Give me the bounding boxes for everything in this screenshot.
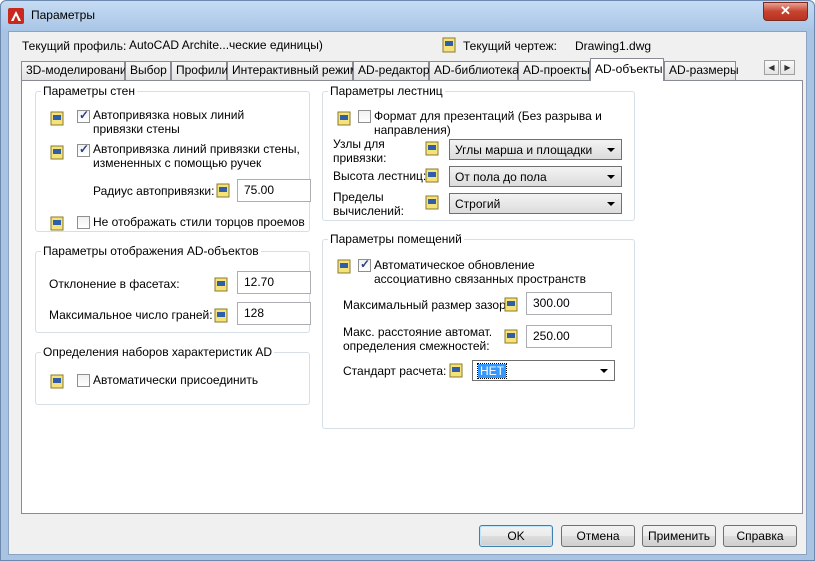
tab-strip: 3D-моделирование Выбор Профили Интеракти… — [21, 58, 766, 81]
auto-attach-label[interactable]: Автоматически присоединить — [93, 373, 258, 387]
current-profile-label: Текущий профиль: — [22, 39, 127, 53]
auto-update-spaces-checkbox[interactable] — [358, 257, 371, 272]
close-button[interactable]: ✕ — [763, 2, 808, 21]
lock-icon — [425, 168, 439, 183]
autosnap-radius-input[interactable]: 75.00 — [237, 179, 311, 202]
lock-icon — [50, 374, 64, 389]
chevron-down-icon — [607, 202, 615, 206]
lock-icon — [504, 297, 518, 312]
lock-icon — [50, 111, 64, 126]
autocad-app-icon — [8, 8, 24, 24]
facet-deviation-input[interactable]: 12.70 — [237, 271, 311, 294]
wall-params-group: Параметры стен Автопривязка новых линий … — [35, 84, 311, 232]
max-adjacency-distance-input[interactable]: 250.00 — [526, 325, 612, 348]
lock-icon — [50, 216, 64, 231]
cancel-button[interactable]: Отмена — [561, 525, 635, 547]
presentation-format-checkbox[interactable] — [358, 110, 371, 123]
presentation-format-label[interactable]: Формат для презентаций (Без разрыва и на… — [374, 109, 624, 137]
autosnap-grip-label[interactable]: Автопривязка линий привязки стены, измен… — [93, 142, 303, 170]
tab-3d-modeling[interactable]: 3D-моделирование — [21, 61, 133, 80]
max-faces-label: Максимальное число граней: — [49, 308, 213, 322]
max-gap-input[interactable]: 300.00 — [526, 292, 612, 315]
lock-icon — [425, 141, 439, 156]
lock-icon — [449, 363, 463, 378]
max-adjacency-distance-label: Макс. расстояние автомат. определения см… — [343, 325, 493, 353]
tab-ad-library[interactable]: AD-библиотека — [429, 61, 519, 80]
tab-scroll-right-button[interactable]: ▶ — [780, 60, 795, 75]
tab-ad-dimensions[interactable]: AD-размеры — [664, 61, 739, 80]
no-endcap-styles-label[interactable]: Не отображать стили торцов проемов — [93, 215, 305, 229]
autosnap-grip-checkbox[interactable] — [77, 142, 90, 157]
snap-nodes-select[interactable]: Углы марша и площадки — [449, 139, 622, 160]
title-bar[interactable]: Параметры ✕ — [1, 1, 814, 31]
calc-limits-select[interactable]: Строгий — [449, 193, 622, 214]
max-gap-label: Максимальный размер зазора: — [343, 298, 516, 312]
tab-ad-editor[interactable]: AD-редактор — [353, 61, 430, 80]
tab-ad-objects[interactable]: AD-объекты — [590, 58, 664, 81]
max-faces-input[interactable]: 128 — [237, 302, 311, 325]
current-profile-value: AutoCAD Archite...ческие единицы) — [129, 38, 323, 52]
display-params-group: Параметры отображения AD-объектов Отклон… — [35, 244, 311, 333]
autosnap-new-label[interactable]: Автопривязка новых линий привязки стены — [93, 108, 293, 136]
lock-icon — [337, 259, 351, 274]
help-button[interactable]: Справка — [723, 525, 797, 547]
tab-selection[interactable]: Выбор — [125, 61, 171, 80]
autosnap-new-checkbox[interactable] — [77, 108, 90, 123]
chevron-down-icon — [607, 175, 615, 179]
current-drawing-label: Текущий чертеж: — [463, 39, 557, 53]
chevron-down-icon — [600, 369, 608, 373]
autosnap-radius-label: Радиус автопривязки: — [93, 184, 215, 198]
auto-update-spaces-label[interactable]: Автоматическое обновление ассоциативно с… — [374, 258, 604, 286]
auto-attach-checkbox[interactable] — [77, 374, 90, 387]
window-title: Параметры — [31, 8, 95, 22]
stair-height-select[interactable]: От пола до пола — [449, 166, 622, 187]
facet-deviation-label: Отклонение в фасетах: — [49, 277, 180, 291]
drawing-icon — [442, 37, 456, 53]
lock-icon — [425, 195, 439, 210]
wall-params-title: Параметры стен — [41, 84, 137, 98]
snap-nodes-label: Узлы для привязки: — [333, 137, 387, 165]
calc-limits-label: Пределы вычислений: — [333, 190, 404, 218]
space-params-title: Параметры помещений — [328, 232, 464, 246]
current-drawing-value: Drawing1.dwg — [575, 39, 652, 53]
lock-icon — [50, 145, 64, 160]
propset-defs-title: Определения наборов характеристик AD — [41, 345, 275, 359]
display-params-title: Параметры отображения AD-объектов — [41, 244, 261, 258]
chevron-down-icon — [607, 148, 615, 152]
chevron-left-icon: ◀ — [768, 63, 775, 72]
chevron-right-icon: ▶ — [784, 63, 791, 72]
dialog-window: Параметры ✕ Текущий профиль: AutoCAD Arc… — [0, 0, 815, 561]
ok-button[interactable]: OK — [479, 525, 553, 547]
stair-params-group: Параметры лестниц Формат для презентаций… — [322, 84, 635, 221]
stair-params-title: Параметры лестниц — [328, 84, 445, 98]
propset-defs-group: Определения наборов характеристик AD Авт… — [35, 345, 310, 405]
apply-button[interactable]: Применить — [642, 525, 716, 547]
tab-interactive[interactable]: Интерактивный режим — [227, 61, 358, 80]
tab-scroll-left-button[interactable]: ◀ — [764, 60, 779, 75]
tab-ad-projects[interactable]: AD-проекты — [518, 61, 590, 80]
lock-icon — [504, 329, 518, 344]
space-params-group: Параметры помещений Автоматическое обнов… — [322, 232, 635, 429]
close-icon: ✕ — [780, 3, 791, 18]
calc-standard-label: Стандарт расчета: — [343, 364, 447, 378]
tab-panel-ad-objects: Параметры стен Автопривязка новых линий … — [21, 80, 803, 514]
no-endcap-styles-checkbox[interactable] — [77, 216, 90, 229]
lock-icon — [216, 183, 230, 198]
dialog-client: Текущий профиль: AutoCAD Archite...чески… — [8, 31, 807, 555]
calc-standard-select[interactable]: НЕТ — [472, 360, 615, 381]
stair-height-label: Высота лестниц: — [333, 169, 427, 183]
lock-icon — [214, 277, 228, 292]
tab-profiles[interactable]: Профили — [171, 61, 228, 80]
lock-icon — [214, 308, 228, 323]
lock-icon — [337, 111, 351, 126]
